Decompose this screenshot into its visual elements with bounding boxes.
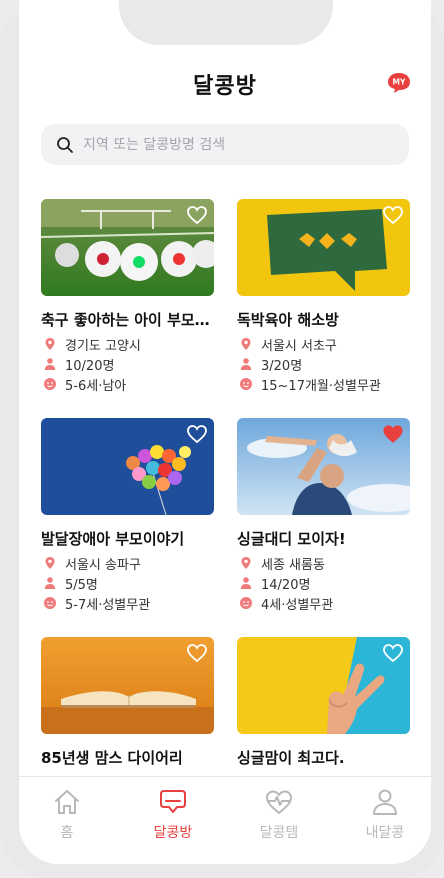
nav-label-dalkongbang: 달콩방 [153, 825, 193, 841]
room-card-image [41, 418, 214, 515]
like-heart-icon[interactable] [382, 643, 404, 663]
person-icon [240, 577, 252, 589]
room-card-title: 축구 좋아하는 아이 부모… [41, 311, 210, 329]
nav-label-home: 홈 [60, 825, 74, 841]
person-icon [44, 577, 56, 589]
app-screen: 달콩방 MY 지역 또는 달콩방명 검색 축구 좋아하는 아이 부모… 경기도 … [19, 0, 431, 864]
smile-face-icon [240, 378, 252, 390]
like-heart-icon[interactable] [382, 205, 404, 225]
room-card-age: 15~17개월·성별무관 [261, 378, 381, 394]
room-card-image [41, 199, 214, 296]
room-card-image [237, 418, 410, 515]
location-pin-icon [241, 338, 251, 350]
room-card-age: 5-6세·남아 [65, 378, 127, 394]
page-title: 달콩방 [193, 74, 257, 99]
room-card[interactable]: 독박육아 해소방 서울시 서초구 3/20명 15~17개월·성별무관 [237, 199, 410, 394]
search-icon [57, 137, 73, 153]
room-card-location: 서울시 송파구 [65, 557, 141, 573]
location-pin-icon [241, 557, 251, 569]
smile-face-icon [44, 597, 56, 609]
room-card-members: 5/5명 [65, 577, 98, 593]
room-card[interactable]: 싱글맘이 최고다. [237, 637, 410, 767]
person-icon [44, 358, 56, 370]
heart-pulse-icon [266, 790, 292, 814]
my-badge-text: MY [393, 78, 406, 87]
nav-label-my: 내달콩 [365, 825, 405, 841]
room-card-image [41, 637, 214, 734]
like-heart-icon[interactable] [186, 643, 208, 663]
smile-face-icon [44, 378, 56, 390]
room-card-title: 싱글대디 모이자! [237, 530, 346, 548]
nav-tab-dalkongtem[interactable]: 달콩템 [229, 787, 329, 842]
room-card-location: 서울시 서초구 [261, 338, 337, 354]
room-card[interactable]: 발달장애아 부모이야기 서울시 송파구 5/5명 5-7세·성별무관 [41, 418, 214, 613]
like-heart-icon[interactable] [186, 205, 208, 225]
my-page-badge-icon[interactable]: MY [387, 72, 411, 94]
search-input[interactable] [83, 124, 393, 165]
room-card-title: 독박육아 해소방 [237, 311, 339, 329]
room-card-location: 경기도 고양시 [65, 338, 141, 354]
room-card-age: 5-7세·성별무관 [65, 597, 151, 613]
location-pin-icon [45, 557, 55, 569]
person-icon [373, 789, 397, 815]
home-icon [55, 790, 79, 814]
smile-face-icon [240, 597, 252, 609]
search-bar[interactable] [41, 124, 409, 165]
room-card-location: 세종 새롬동 [261, 557, 325, 573]
nav-tab-home[interactable]: 홈 [19, 787, 117, 842]
person-icon [240, 358, 252, 370]
room-card[interactable]: 85년생 맘스 다이어리 [41, 637, 214, 767]
room-card-members: 14/20명 [261, 577, 311, 593]
nav-tab-dalkongbang[interactable]: 달콩방 [123, 787, 223, 842]
room-card-title: 85년생 맘스 다이어리 [41, 749, 183, 767]
chat-bubble-icon [160, 790, 186, 813]
room-card-image [237, 199, 410, 296]
nav-label-dalkongtem: 달콩템 [259, 825, 299, 841]
room-card-members: 10/20명 [65, 358, 115, 374]
nav-tab-my[interactable]: 내달콩 [335, 787, 431, 842]
room-card-image [237, 637, 410, 734]
room-card[interactable]: 싱글대디 모이자! 세종 새롬동 14/20명 4세·성별무관 [237, 418, 410, 613]
like-heart-filled-icon[interactable] [382, 424, 404, 444]
bottom-navigation: 홈 달콩방 달콩템 내달콩 [19, 776, 431, 864]
room-card-title: 발달장애아 부모이야기 [41, 530, 185, 548]
phone-notch [119, 0, 333, 45]
phone-frame: 달콩방 MY 지역 또는 달콩방명 검색 축구 좋아하는 아이 부모… 경기도 … [0, 0, 444, 878]
room-card-members: 3/20명 [261, 358, 303, 374]
room-card[interactable]: 축구 좋아하는 아이 부모… 경기도 고양시 10/20명 5-6세·남아 [41, 199, 214, 394]
location-pin-icon [45, 338, 55, 350]
room-card-age: 4세·성별무관 [261, 597, 334, 613]
room-card-title: 싱글맘이 최고다. [237, 749, 345, 767]
like-heart-icon[interactable] [186, 424, 208, 444]
